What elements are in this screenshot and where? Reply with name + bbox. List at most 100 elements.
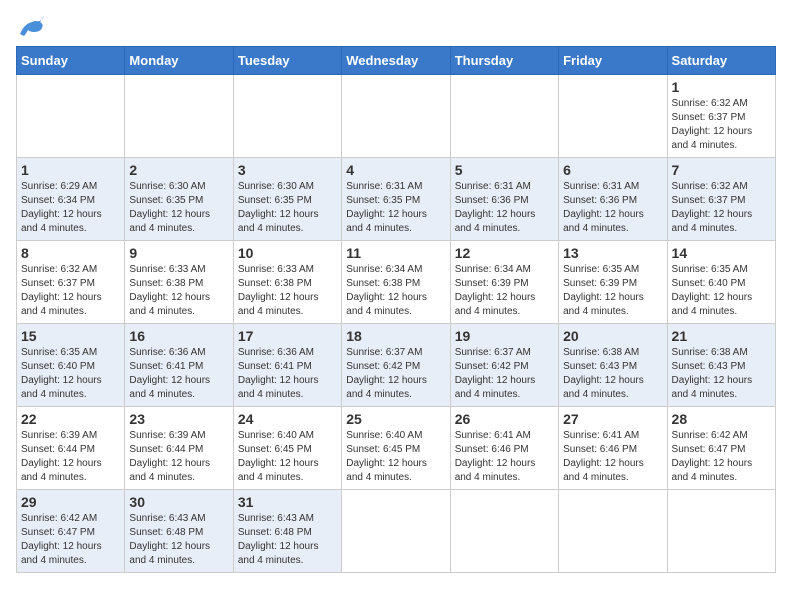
calendar-header-thursday: Thursday bbox=[450, 47, 558, 75]
day-info: Sunrise: 6:43 AMSunset: 6:48 PMDaylight:… bbox=[129, 512, 228, 568]
day-number: 15 bbox=[21, 328, 120, 344]
calendar-cell: 1 Sunrise: 6:29 AMSunset: 6:34 PMDaylight… bbox=[17, 158, 125, 241]
logo-bird-icon bbox=[16, 16, 44, 38]
calendar-cell: 25Sunrise: 6:40 AMSunset: 6:45 PMDayligh… bbox=[342, 407, 450, 490]
calendar-cell bbox=[559, 490, 667, 573]
day-info: Sunrise: 6:36 AMSunset: 6:41 PMDaylight:… bbox=[129, 346, 228, 402]
day-info: Sunrise: 6:32 AMSunset: 6:37 PMDaylight:… bbox=[672, 180, 771, 236]
day-number: 14 bbox=[672, 245, 771, 261]
day-number: 26 bbox=[455, 411, 554, 427]
calendar-cell: 8Sunrise: 6:32 AMSunset: 6:37 PMDaylight… bbox=[17, 241, 125, 324]
day-number: 6 bbox=[563, 162, 662, 178]
day-number: 18 bbox=[346, 328, 445, 344]
day-number: 16 bbox=[129, 328, 228, 344]
calendar: SundayMondayTuesdayWednesdayThursdayFrid… bbox=[16, 46, 776, 573]
day-info: Sunrise: 6:43 AMSunset: 6:48 PMDaylight:… bbox=[238, 512, 337, 568]
calendar-cell: 4 Sunrise: 6:31 AMSunset: 6:35 PMDaylight… bbox=[342, 158, 450, 241]
day-number: 24 bbox=[238, 411, 337, 427]
calendar-cell: 21 Sunrise: 6:38 AMSunset: 6:43 PMDayligh… bbox=[667, 324, 775, 407]
calendar-header-saturday: Saturday bbox=[667, 47, 775, 75]
day-number: 10 bbox=[238, 245, 337, 261]
day-number: 22 bbox=[21, 411, 120, 427]
calendar-cell: 14Sunrise: 6:35 AMSunset: 6:40 PMDayligh… bbox=[667, 241, 775, 324]
calendar-week-row: 1Sunrise: 6:32 AMSunset: 6:37 PMDaylight… bbox=[17, 75, 776, 158]
day-info: Sunrise: 6:29 AMSunset: 6:34 PMDaylight:… bbox=[21, 180, 120, 236]
day-info: Sunrise: 6:39 AMSunset: 6:44 PMDaylight:… bbox=[129, 429, 228, 485]
calendar-cell: 23Sunrise: 6:39 AMSunset: 6:44 PMDayligh… bbox=[125, 407, 233, 490]
day-number: 12 bbox=[455, 245, 554, 261]
calendar-cell: 10 Sunrise: 6:33 AMSunset: 6:38 PMDayligh… bbox=[233, 241, 341, 324]
day-info: Sunrise: 6:31 AMSunset: 6:36 PMDaylight:… bbox=[455, 180, 554, 236]
calendar-cell bbox=[125, 75, 233, 158]
calendar-cell: 30 Sunrise: 6:43 AMSunset: 6:48 PMDayligh… bbox=[125, 490, 233, 573]
day-info: Sunrise: 6:40 AMSunset: 6:45 PMDaylight:… bbox=[238, 429, 337, 485]
day-info: Sunrise: 6:37 AMSunset: 6:42 PMDaylight:… bbox=[455, 346, 554, 402]
calendar-cell bbox=[342, 490, 450, 573]
calendar-week-row: 22 Sunrise: 6:39 AMSunset: 6:44 PMDayligh… bbox=[17, 407, 776, 490]
day-number: 27 bbox=[563, 411, 662, 427]
day-number: 30 bbox=[129, 494, 228, 510]
day-number: 28 bbox=[672, 411, 771, 427]
calendar-week-row: 15 Sunrise: 6:35 AMSunset: 6:40 PMDayligh… bbox=[17, 324, 776, 407]
calendar-cell: 13Sunrise: 6:35 AMSunset: 6:39 PMDayligh… bbox=[559, 241, 667, 324]
day-number: 5 bbox=[455, 162, 554, 178]
calendar-cell bbox=[233, 75, 341, 158]
calendar-week-row: 8Sunrise: 6:32 AMSunset: 6:37 PMDaylight… bbox=[17, 241, 776, 324]
day-number: 4 bbox=[346, 162, 445, 178]
calendar-cell: 15 Sunrise: 6:35 AMSunset: 6:40 PMDayligh… bbox=[17, 324, 125, 407]
calendar-header-wednesday: Wednesday bbox=[342, 47, 450, 75]
day-number: 20 bbox=[563, 328, 662, 344]
day-info: Sunrise: 6:38 AMSunset: 6:43 PMDaylight:… bbox=[672, 346, 771, 402]
day-number: 29 bbox=[21, 494, 120, 510]
calendar-cell: 6 Sunrise: 6:31 AMSunset: 6:36 PMDaylight… bbox=[559, 158, 667, 241]
day-number: 25 bbox=[346, 411, 445, 427]
day-info: Sunrise: 6:30 AMSunset: 6:35 PMDaylight:… bbox=[238, 180, 337, 236]
day-info: Sunrise: 6:37 AMSunset: 6:42 PMDaylight:… bbox=[346, 346, 445, 402]
calendar-cell: 12 Sunrise: 6:34 AMSunset: 6:39 PMDayligh… bbox=[450, 241, 558, 324]
day-number: 1 bbox=[21, 162, 120, 178]
day-info: Sunrise: 6:41 AMSunset: 6:46 PMDaylight:… bbox=[563, 429, 662, 485]
day-info: Sunrise: 6:30 AMSunset: 6:35 PMDaylight:… bbox=[129, 180, 228, 236]
calendar-cell: 16 Sunrise: 6:36 AMSunset: 6:41 PMDayligh… bbox=[125, 324, 233, 407]
day-number: 31 bbox=[238, 494, 337, 510]
header bbox=[16, 16, 776, 38]
calendar-cell: 19 Sunrise: 6:37 AMSunset: 6:42 PMDayligh… bbox=[450, 324, 558, 407]
day-number: 1 bbox=[672, 79, 771, 95]
calendar-week-row: 29Sunrise: 6:42 AMSunset: 6:47 PMDayligh… bbox=[17, 490, 776, 573]
day-info: Sunrise: 6:33 AMSunset: 6:38 PMDaylight:… bbox=[129, 263, 228, 319]
day-number: 9 bbox=[129, 245, 228, 261]
calendar-cell: 29Sunrise: 6:42 AMSunset: 6:47 PMDayligh… bbox=[17, 490, 125, 573]
calendar-week-row: 1 Sunrise: 6:29 AMSunset: 6:34 PMDaylight… bbox=[17, 158, 776, 241]
day-info: Sunrise: 6:31 AMSunset: 6:35 PMDaylight:… bbox=[346, 180, 445, 236]
calendar-cell: 28 Sunrise: 6:42 AMSunset: 6:47 PMDayligh… bbox=[667, 407, 775, 490]
logo bbox=[16, 16, 48, 38]
day-info: Sunrise: 6:36 AMSunset: 6:41 PMDaylight:… bbox=[238, 346, 337, 402]
calendar-header-sunday: Sunday bbox=[17, 47, 125, 75]
day-info: Sunrise: 6:42 AMSunset: 6:47 PMDaylight:… bbox=[672, 429, 771, 485]
calendar-cell: 11Sunrise: 6:34 AMSunset: 6:38 PMDayligh… bbox=[342, 241, 450, 324]
calendar-cell: 1Sunrise: 6:32 AMSunset: 6:37 PMDaylight… bbox=[667, 75, 775, 158]
calendar-cell: 17Sunrise: 6:36 AMSunset: 6:41 PMDayligh… bbox=[233, 324, 341, 407]
calendar-cell: 26Sunrise: 6:41 AMSunset: 6:46 PMDayligh… bbox=[450, 407, 558, 490]
calendar-cell bbox=[17, 75, 125, 158]
day-info: Sunrise: 6:32 AMSunset: 6:37 PMDaylight:… bbox=[21, 263, 120, 319]
calendar-cell: 18 Sunrise: 6:37 AMSunset: 6:42 PMDayligh… bbox=[342, 324, 450, 407]
calendar-header-friday: Friday bbox=[559, 47, 667, 75]
day-number: 3 bbox=[238, 162, 337, 178]
day-info: Sunrise: 6:35 AMSunset: 6:40 PMDaylight:… bbox=[21, 346, 120, 402]
calendar-header-row: SundayMondayTuesdayWednesdayThursdayFrid… bbox=[17, 47, 776, 75]
calendar-cell: 31 Sunrise: 6:43 AMSunset: 6:48 PMDayligh… bbox=[233, 490, 341, 573]
day-number: 2 bbox=[129, 162, 228, 178]
calendar-cell: 5 Sunrise: 6:31 AMSunset: 6:36 PMDaylight… bbox=[450, 158, 558, 241]
day-info: Sunrise: 6:34 AMSunset: 6:39 PMDaylight:… bbox=[455, 263, 554, 319]
day-info: Sunrise: 6:31 AMSunset: 6:36 PMDaylight:… bbox=[563, 180, 662, 236]
day-number: 21 bbox=[672, 328, 771, 344]
calendar-cell: 22 Sunrise: 6:39 AMSunset: 6:44 PMDayligh… bbox=[17, 407, 125, 490]
day-info: Sunrise: 6:39 AMSunset: 6:44 PMDaylight:… bbox=[21, 429, 120, 485]
day-info: Sunrise: 6:38 AMSunset: 6:43 PMDaylight:… bbox=[563, 346, 662, 402]
calendar-header-monday: Monday bbox=[125, 47, 233, 75]
day-info: Sunrise: 6:33 AMSunset: 6:38 PMDaylight:… bbox=[238, 263, 337, 319]
calendar-cell: 27 Sunrise: 6:41 AMSunset: 6:46 PMDayligh… bbox=[559, 407, 667, 490]
day-number: 19 bbox=[455, 328, 554, 344]
day-info: Sunrise: 6:35 AMSunset: 6:39 PMDaylight:… bbox=[563, 263, 662, 319]
